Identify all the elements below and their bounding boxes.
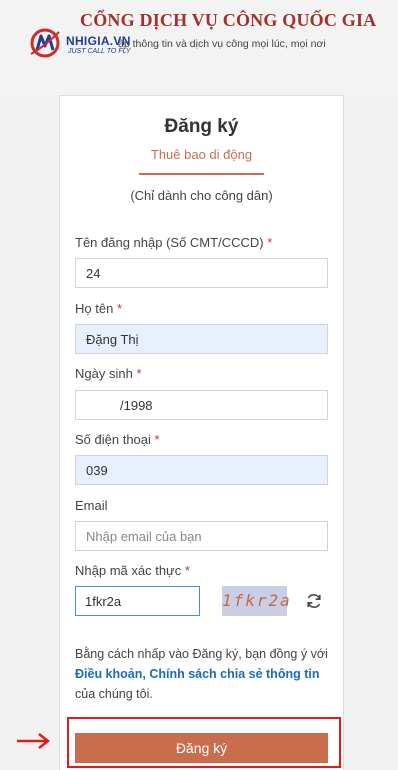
email-input[interactable] (75, 521, 328, 551)
form-title: Đăng ký (164, 116, 239, 137)
terms-suffix: của chúng tôi. (75, 687, 153, 701)
tab-mobile-subscriber[interactable]: Thuê bao di động (139, 147, 264, 175)
logo-tagline: JUST CALL TO FLY (68, 48, 131, 55)
fullname-label: Họ tên * (75, 301, 122, 316)
captcha-label: Nhập mã xác thực * (75, 563, 190, 578)
required-mark: * (116, 301, 122, 316)
logo-brand: NHIGIA.VN (66, 34, 131, 48)
fullname-label-text: Họ tên (75, 301, 114, 316)
required-mark: * (154, 432, 160, 447)
required-mark: * (184, 563, 190, 578)
email-label: Email (75, 498, 108, 513)
arrow-right-icon (17, 733, 51, 749)
terms-link[interactable]: Điều khoản, Chính sách chia sẻ thông tin (75, 667, 319, 681)
terms-prefix: Bằng cách nhấp vào Đăng ký, bạn đồng ý v… (75, 647, 328, 661)
portal-subtitle: ập thông tin và dịch vụ công mọi lúc, mọ… (118, 38, 326, 50)
birthdate-label-text: Ngày sinh (75, 366, 133, 381)
nhigia-logo: NHIGIA.VN JUST CALL TO FLY (28, 26, 138, 66)
username-label-text: Tên đăng nhập (Số CMT/CCCD) (75, 235, 264, 250)
birthdate-input[interactable] (75, 390, 328, 420)
refresh-icon[interactable] (305, 592, 323, 610)
phone-label-text: Số điện thoại (75, 432, 151, 447)
required-mark: * (267, 235, 273, 250)
phone-input[interactable] (75, 455, 328, 485)
nhigia-logo-icon (30, 28, 60, 58)
birthdate-label: Ngày sinh * (75, 366, 142, 381)
terms-text: Bằng cách nhấp vào Đăng ký, bạn đồng ý v… (75, 644, 333, 704)
captcha-input[interactable] (75, 586, 200, 616)
captcha-label-text: Nhập mã xác thực (75, 563, 182, 578)
fullname-input[interactable] (75, 324, 328, 354)
required-mark: * (136, 366, 142, 381)
captcha-image: 1fkr2a (222, 586, 290, 616)
phone-label: Số điện thoại * (75, 432, 160, 447)
register-button[interactable]: Đăng ký (75, 733, 328, 763)
portal-header: CỔNG DỊCH VỤ CÔNG QUỐC GIA ập thông tin … (0, 0, 398, 92)
register-form-card: Đăng ký Thuê bao di động (Chỉ dành cho c… (59, 95, 344, 770)
username-input[interactable] (75, 258, 328, 288)
citizen-only-note: (Chỉ dành cho công dân) (130, 188, 273, 203)
username-label: Tên đăng nhập (Số CMT/CCCD) * (75, 235, 272, 250)
